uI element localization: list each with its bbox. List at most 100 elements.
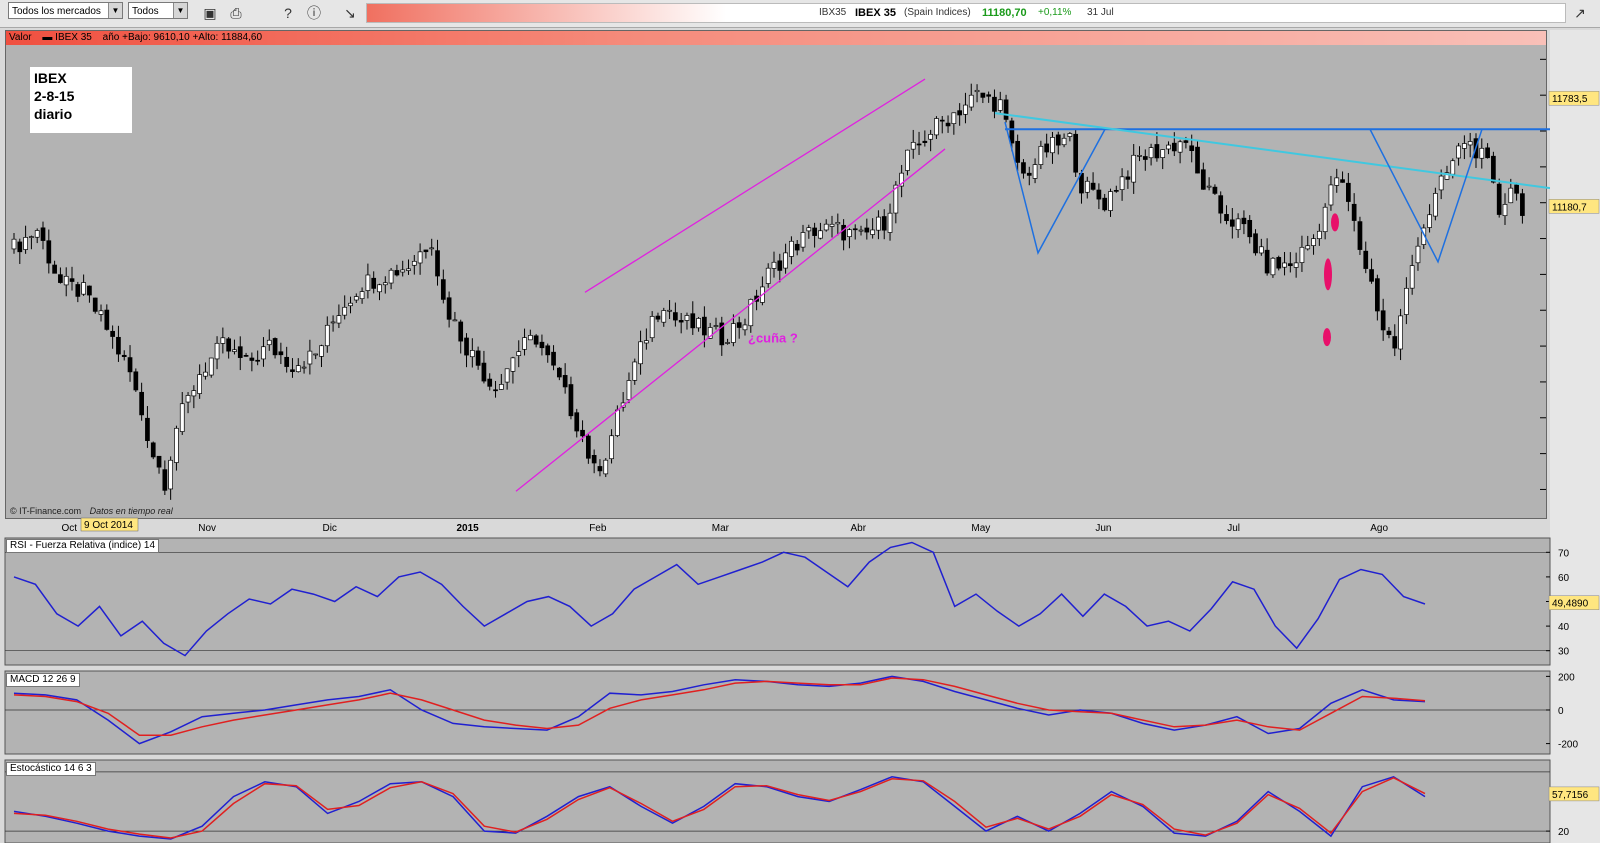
candle — [394, 270, 400, 276]
candle — [243, 355, 249, 357]
candle — [1154, 144, 1160, 159]
candle — [916, 143, 922, 146]
candle — [133, 371, 139, 391]
x-tick-label: Oct — [61, 523, 77, 534]
candle — [87, 285, 92, 296]
candle — [1479, 147, 1485, 159]
candle — [504, 368, 510, 383]
candle — [1119, 176, 1125, 190]
candle — [870, 229, 875, 235]
candle — [1218, 195, 1224, 214]
candle — [986, 94, 992, 97]
candle — [342, 306, 348, 316]
candle — [1224, 214, 1229, 222]
candle — [1375, 278, 1380, 312]
x-tick-label: Jun — [1095, 523, 1111, 534]
candle — [533, 335, 539, 345]
candle — [1270, 257, 1276, 276]
candle — [1456, 145, 1461, 159]
rsi-title: RSI - Fuerza Relativa (indice) 14 — [6, 539, 160, 553]
candle — [1346, 182, 1351, 202]
candle — [632, 361, 638, 381]
candle — [469, 350, 475, 358]
candle — [423, 249, 429, 253]
candle — [29, 236, 34, 238]
candle — [702, 316, 707, 336]
candle — [649, 316, 655, 339]
candle — [934, 118, 939, 136]
candle — [678, 320, 684, 323]
candle — [1467, 141, 1473, 146]
candle — [203, 371, 208, 377]
candle — [417, 251, 423, 264]
candle — [1171, 142, 1177, 152]
candle — [1026, 172, 1032, 176]
candle — [586, 435, 591, 459]
candle — [1287, 263, 1293, 267]
candle — [1050, 137, 1055, 154]
candle — [81, 282, 86, 295]
candle — [121, 354, 127, 357]
candle — [52, 264, 57, 274]
candle — [684, 315, 690, 321]
candle — [1380, 310, 1386, 331]
price-chart: ¿cuña ? Oct Nov Dic 2015 Feb Mar Abr May Jun Jul A… — [4, 30, 1600, 843]
candle — [963, 104, 968, 115]
candle — [487, 378, 493, 387]
candle — [69, 278, 75, 282]
candle — [1038, 145, 1044, 165]
candle — [580, 429, 585, 437]
candle — [1462, 143, 1467, 149]
candle — [1148, 147, 1154, 159]
candle — [1055, 134, 1061, 146]
candle — [1032, 164, 1038, 179]
candle — [40, 227, 46, 241]
candle — [58, 274, 63, 283]
candle — [307, 350, 313, 365]
candle — [1496, 183, 1502, 215]
candle — [1427, 214, 1432, 228]
candle — [661, 310, 667, 323]
gap-marker — [1324, 258, 1332, 291]
candle — [1247, 219, 1253, 238]
candle — [1398, 315, 1403, 350]
candle — [591, 455, 597, 464]
candle — [725, 342, 730, 344]
candle — [348, 302, 353, 307]
candle — [1067, 133, 1073, 137]
candle — [1508, 187, 1514, 204]
candle — [696, 318, 701, 329]
candle — [742, 324, 748, 331]
candle — [1137, 155, 1142, 157]
candle — [1084, 180, 1090, 193]
candle — [156, 455, 162, 468]
candle — [1502, 204, 1508, 217]
candle — [574, 412, 580, 432]
wedge-annotation: ¿cuña ? — [748, 330, 798, 345]
candle — [382, 282, 388, 286]
candle — [220, 337, 226, 344]
candle — [150, 442, 156, 458]
x-tick-label: May — [971, 523, 990, 534]
candle — [481, 362, 487, 382]
candle — [278, 351, 284, 356]
candle — [1212, 186, 1218, 194]
candle — [527, 335, 533, 341]
candle — [1195, 146, 1200, 174]
candle — [713, 325, 719, 327]
y-tick-label: 60 — [1558, 573, 1570, 584]
x-tick-label: Abr — [850, 523, 866, 534]
candle — [411, 260, 417, 266]
candle — [23, 237, 28, 250]
candle — [1520, 193, 1525, 216]
candle — [1334, 177, 1340, 186]
stoch-title: Estocástico 14 6 3 — [6, 762, 96, 776]
candle — [1305, 245, 1311, 250]
candle — [673, 312, 678, 321]
candle — [104, 309, 110, 330]
candle — [249, 357, 255, 361]
candle — [458, 321, 464, 342]
candle — [1404, 287, 1409, 315]
x-axis-bar — [5, 519, 1550, 536]
candle — [232, 349, 237, 352]
